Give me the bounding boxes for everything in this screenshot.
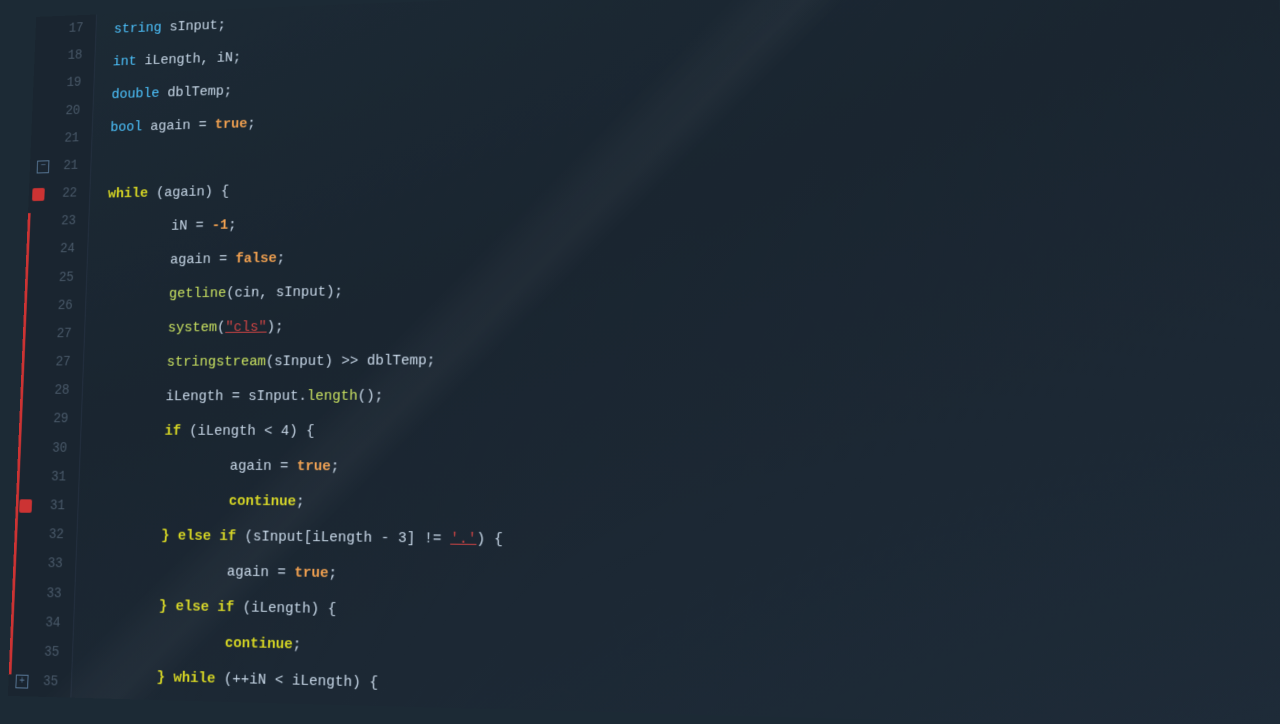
token-fn: getline [168, 277, 226, 312]
token-plain: sInput; [161, 9, 226, 44]
line-num-31b: 31 [15, 492, 78, 521]
token-plain [90, 659, 158, 696]
token-kw-elseif: } else if [161, 519, 237, 555]
token-val: true [294, 556, 329, 592]
token-plain: ; [330, 450, 339, 485]
token-val: -1 [211, 209, 228, 243]
line-num-35b: + 35 [8, 666, 72, 697]
token-fn: length [307, 379, 359, 414]
token-plain: iN = [106, 209, 212, 245]
token-fn: system [167, 311, 217, 346]
line-num-21-blank: 21 [31, 124, 93, 153]
token-str: "cls" [225, 311, 267, 346]
code-editor: 17 18 19 20 21 − 21 22 23 24 25 26 27 27 [8, 0, 1280, 724]
line-num-35a: 35 [9, 637, 73, 668]
line-num-20: 20 [32, 97, 93, 126]
token-plain: ); [266, 310, 284, 345]
token-plain: (again) { [147, 175, 229, 210]
token-type: int [112, 45, 137, 79]
line-num-22: 22 [28, 180, 90, 209]
line-num-17: 17 [35, 14, 96, 44]
token-kw-if2: if [222, 698, 240, 724]
token-plain: (sInput) >> dblTemp; [265, 344, 435, 380]
line-num-33a: 33 [13, 549, 76, 579]
token-str: '.' [450, 522, 477, 558]
code-line-27a: iLength = sInput.length(); [100, 375, 1280, 414]
line-num-25: 25 [25, 263, 87, 292]
line-num-24: 24 [26, 235, 88, 264]
line-num-27a: 27 [22, 320, 84, 349]
token-kw-while: while [107, 177, 148, 211]
token-val: true [296, 449, 331, 484]
token-plain: ) { [476, 522, 503, 559]
breakpoint-marker-22[interactable] [32, 188, 45, 201]
line-num-26: 26 [24, 292, 86, 321]
token-plain [88, 694, 223, 724]
token-plain: (sInput[iLength - 3] != [236, 520, 451, 558]
token-plain: (); [357, 379, 383, 414]
breakpoint-marker-31[interactable] [19, 499, 32, 513]
token-plain: ( [239, 698, 257, 724]
token-plain [102, 312, 168, 347]
token-plain [95, 518, 162, 554]
line-num-29: 29 [19, 405, 82, 434]
token-kw-continue2: continue [91, 623, 293, 663]
line-num-27b: 27 [21, 348, 83, 377]
token-kw-if: if [99, 415, 182, 450]
token-plain: again = [97, 449, 297, 485]
token-plain: ; [276, 242, 285, 276]
token-plain: again = [105, 243, 236, 279]
line-num-28: 28 [20, 377, 83, 406]
token-plain: iLength = sInput. [100, 379, 307, 414]
fold-icon-35[interactable]: + [15, 675, 28, 689]
token-plain: ; [228, 209, 237, 243]
token-type: double [111, 77, 160, 111]
token-plain [101, 346, 167, 381]
token-val: false [235, 242, 277, 277]
line-num-33b: 33 [12, 579, 75, 609]
token-plain: dblTemp; [159, 75, 233, 110]
token-plain: ; [247, 108, 256, 142]
token-plain: (iLength) { [234, 590, 337, 628]
token-plain: ; [296, 485, 305, 520]
token-plain: ; [328, 556, 337, 592]
token-plain: again = [142, 109, 216, 144]
editor-window: 17 18 19 20 21 − 21 22 23 24 25 26 27 27 [0, 0, 1280, 724]
token-kw-while2: } while [156, 660, 216, 697]
token-plain [104, 278, 170, 313]
code-content: string sInput; int iLength, iN; double d… [71, 0, 1280, 724]
fold-icon[interactable]: − [37, 160, 50, 173]
token-plain: (iLength < 4) { [180, 414, 314, 449]
token-kw-elseif2: } else if [92, 588, 234, 626]
token-plain: (cin, sInput); [226, 275, 343, 311]
token-val: true [214, 108, 248, 142]
line-num-18: 18 [34, 42, 95, 71]
token-type: bool [110, 111, 143, 145]
token-plain: iLength, iN; [136, 42, 242, 79]
token-kw-continue: continue [96, 484, 296, 521]
line-num-19: 19 [33, 69, 94, 98]
token-plain: again = [94, 553, 295, 591]
token-plain: (++iN < iLength) { [215, 662, 379, 702]
token-plain: (sInput[iN])) { [316, 700, 448, 724]
line-num-34: 34 [10, 608, 73, 639]
line-num-31a: 31 [16, 463, 79, 492]
token-fn: stringstream [166, 345, 266, 380]
line-num-23: 23 [27, 207, 89, 236]
line-num-32: 32 [14, 520, 77, 550]
line-num-21: − 21 [29, 152, 91, 181]
token-fn: isdigit [256, 699, 317, 724]
line-num-30: 30 [18, 434, 81, 463]
token-type: string [113, 12, 162, 46]
token-plain: ; [292, 627, 301, 663]
code-line-27b: if (iLength < 4) { [99, 414, 1280, 452]
